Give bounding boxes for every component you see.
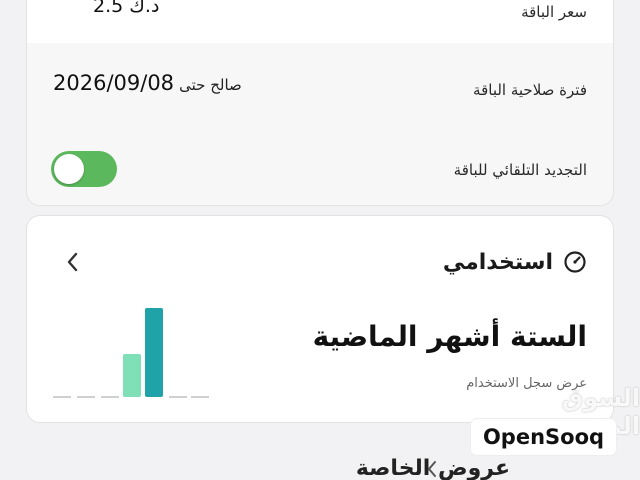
auto-renew-toggle[interactable]: [51, 151, 117, 187]
validity-date: 2026/09/08: [53, 71, 175, 95]
auto-renew-row: التجديد التلقائي للباقة: [27, 127, 613, 205]
validity-label: فترة صلاحية الباقة: [473, 81, 587, 99]
chevron-left-icon[interactable]: [61, 250, 85, 274]
package-details-card: سعر الباقة 2.5 د.ك فترة صلاحية الباقة صا…: [26, 0, 614, 206]
auto-renew-label: التجديد التلقائي للباقة: [453, 161, 587, 179]
usage-title: استخدامي: [442, 250, 553, 275]
price-value: 2.5 د.ك: [93, 0, 160, 17]
gauge-icon: [564, 251, 586, 273]
price-label: سعر الباقة: [521, 3, 587, 21]
validity-prefix: صالح حتى: [179, 76, 242, 94]
toggle-knob: [54, 154, 84, 184]
usage-mini-chart: [53, 308, 209, 398]
validity-value: صالح حتى 2026/09/08: [53, 71, 242, 95]
watermark-logo: OpenSooq: [471, 419, 616, 455]
usage-period: الستة أشهر الماضية: [312, 320, 587, 353]
usage-bar-dark: [145, 308, 163, 397]
usage-bar-light: [123, 354, 141, 397]
chevron-left-icon[interactable]: [424, 460, 440, 478]
validity-row: فترة صلاحية الباقة صالح حتى 2026/09/08: [27, 43, 613, 127]
price-row: سعر الباقة 2.5 د.ك: [27, 0, 613, 43]
